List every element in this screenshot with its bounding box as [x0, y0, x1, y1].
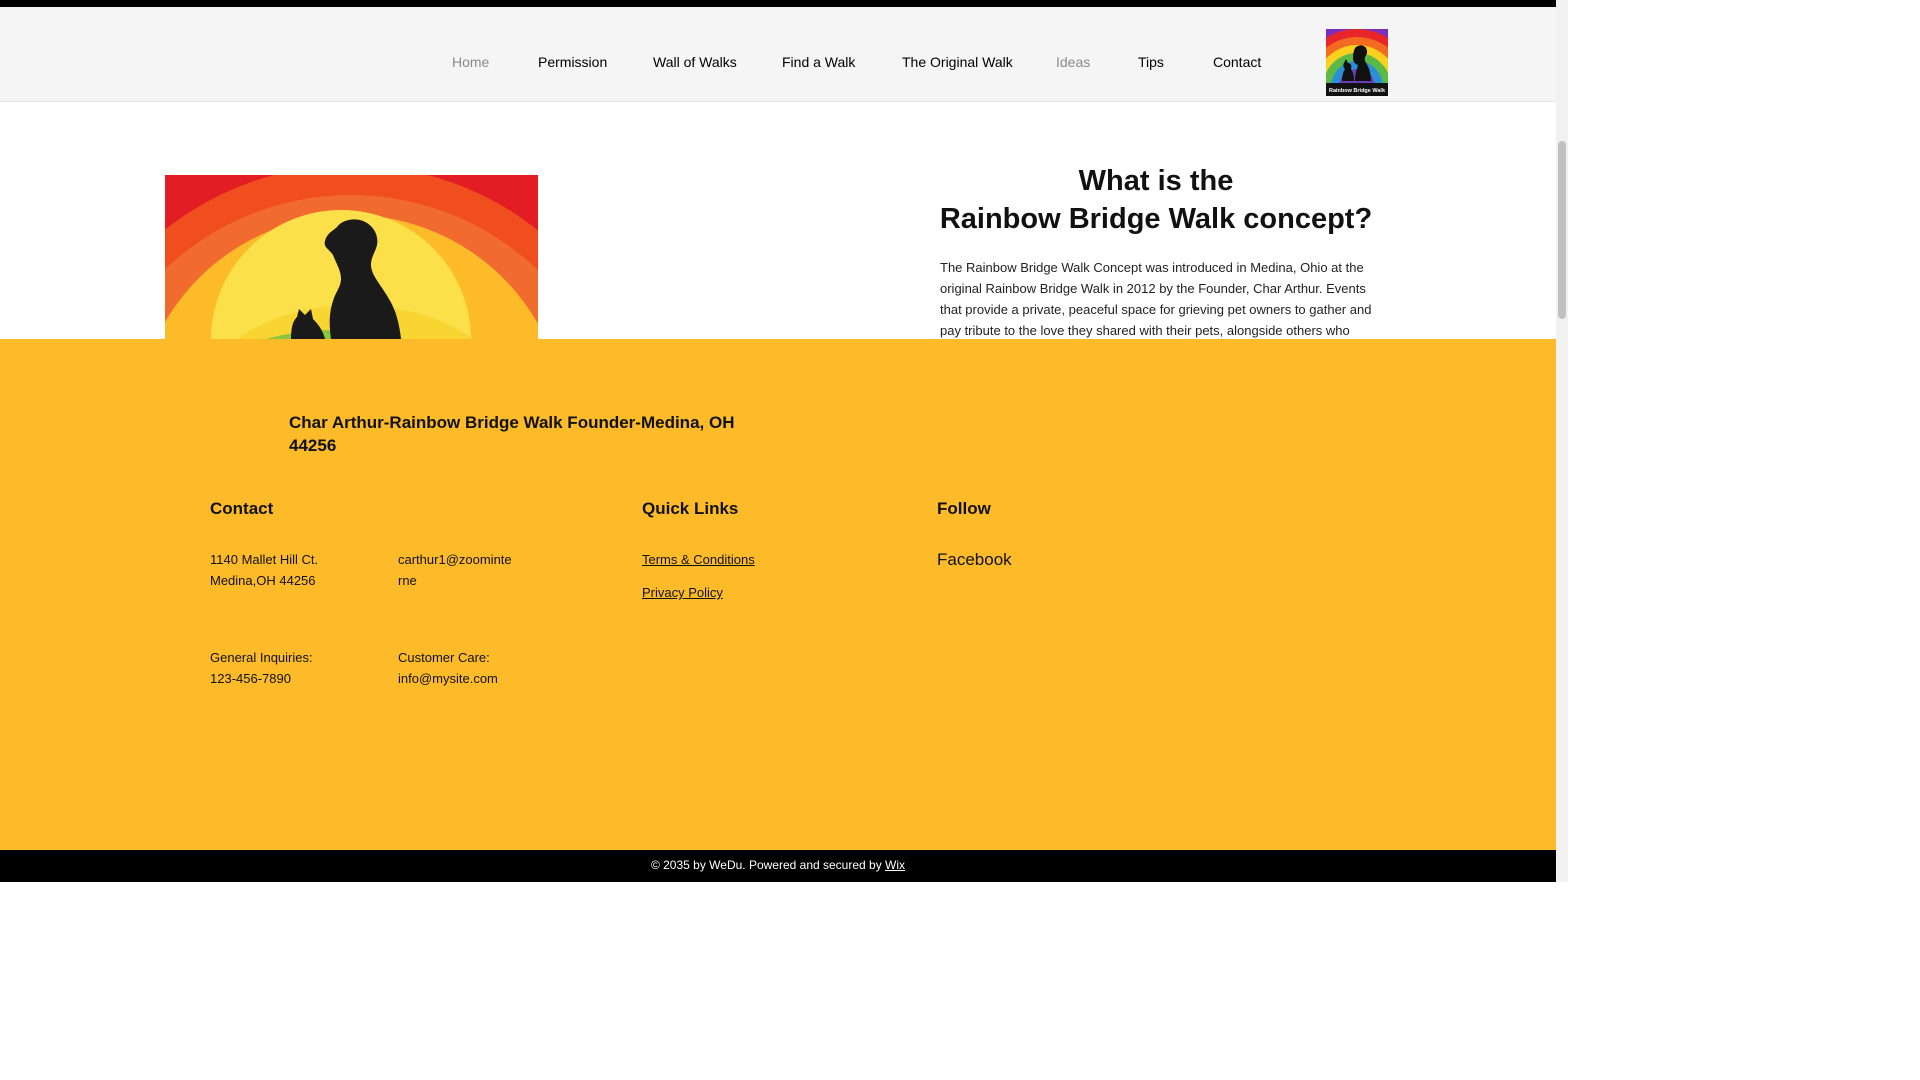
rainbow-dog-cat-logo-icon: Rainbow Bridge Walk	[1326, 29, 1388, 96]
nav-tips[interactable]: Tips	[1138, 54, 1164, 70]
general-inquiries: General Inquiries: 123-456-7890	[210, 647, 313, 689]
top-black-bar	[0, 0, 1568, 7]
follow-heading: Follow	[937, 499, 991, 518]
address-line1: 1140 Mallet Hill Ct.	[210, 552, 319, 567]
facebook-link[interactable]: Facebook	[937, 550, 1012, 570]
rainbow-dog-silhouette-icon	[165, 175, 538, 339]
nav-permission[interactable]: Permission	[538, 54, 607, 70]
nav-ideas[interactable]: Ideas	[1056, 54, 1090, 70]
general-inquiries-phone[interactable]: 123-456-7890	[210, 671, 291, 686]
nav-home[interactable]: Home	[452, 54, 489, 70]
main-nav: Home Permission Wall of Walks Find a Wal…	[0, 54, 1300, 70]
founder-caption: Char Arthur-Rainbow Bridge Walk Founder-…	[289, 413, 735, 455]
scrollbar-thumb[interactable]	[1558, 141, 1566, 319]
scrollbar-track[interactable]	[1556, 0, 1568, 882]
contact-heading: Contact	[210, 499, 274, 518]
hero-description: The Rainbow Bridge Walk Concept was intr…	[940, 260, 1372, 338]
hero-title-line1: What is the	[1078, 165, 1234, 197]
contact-email[interactable]: carthur1@zoominte rne	[398, 549, 512, 591]
general-inquiries-label: General Inquiries:	[210, 650, 313, 665]
nav-find-a-walk[interactable]: Find a Walk	[782, 54, 855, 70]
email-line2: rne	[398, 573, 417, 588]
email-line1: carthur1@zoominte	[398, 552, 512, 567]
site-footer	[0, 339, 1556, 850]
nav-contact[interactable]: Contact	[1213, 54, 1261, 70]
site-logo[interactable]: Rainbow Bridge Walk	[1326, 29, 1388, 96]
customer-care-email[interactable]: info@mysite.com	[398, 671, 498, 686]
quick-links-heading: Quick Links	[642, 499, 739, 518]
copyright: © 2035 by WeDu. Powered and secured by W…	[0, 858, 1556, 872]
address-line2: Medina,OH 44256	[210, 573, 316, 588]
wix-link[interactable]: Wix	[885, 858, 905, 872]
nav-wall-of-walks[interactable]: Wall of Walks	[653, 54, 737, 70]
hero-title-line2: Rainbow Bridge Walk concept?	[939, 203, 1373, 235]
nav-the-original-walk[interactable]: The Original Walk	[902, 54, 1013, 70]
copyright-text: © 2035 by WeDu. Powered and secured by	[650, 858, 886, 872]
terms-link[interactable]: Terms & Conditions	[642, 552, 755, 567]
privacy-link[interactable]: Privacy Policy	[642, 585, 723, 600]
hero-rainbow-pets-image	[165, 175, 538, 339]
hero-title: What is the Rainbow Bridge Walk concept?	[930, 162, 1382, 238]
contact-address: 1140 Mallet Hill Ct. Medina,OH 44256	[210, 549, 318, 591]
customer-care: Customer Care: info@mysite.com	[398, 647, 498, 689]
logo-text: Rainbow Bridge Walk	[1329, 88, 1386, 94]
customer-care-label: Customer Care:	[398, 650, 490, 665]
